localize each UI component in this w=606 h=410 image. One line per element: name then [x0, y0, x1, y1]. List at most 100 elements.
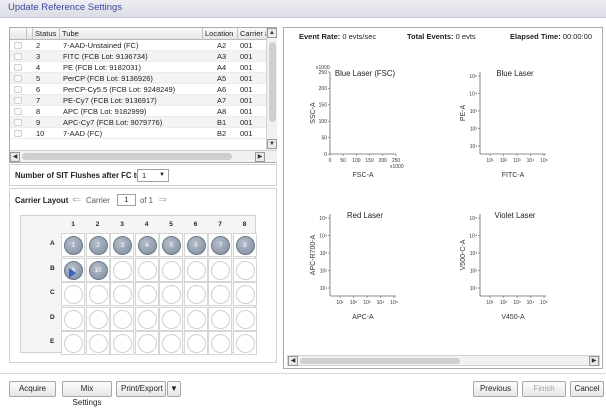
carrier-well-empty[interactable]: [137, 334, 157, 353]
previous-carrier-icon[interactable]: ⇐: [72, 193, 81, 206]
tube-name: 7-AAD-Unstained (FC): [63, 41, 139, 50]
next-carrier-icon[interactable]: ⇒: [158, 193, 167, 206]
carrier-well-empty[interactable]: [211, 309, 230, 329]
carrier-well-empty[interactable]: [162, 309, 181, 329]
tube-row[interactable]: 10 7-AAD (FC) B2 001: [10, 128, 266, 139]
tube-table-horizontal-thumb[interactable]: [22, 153, 232, 160]
carrier-well-empty[interactable]: [113, 285, 132, 304]
plot-red-laser[interactable]: Red Laser 10¹ 10² 10³ 10⁴ 10⁵ 10¹ 10² 10³ 10⁴ 10⁵ A…: [294, 192, 444, 332]
carrier-well-empty[interactable]: [137, 260, 157, 280]
tube-row[interactable]: 8 APC (FCB Lot: 9182999) A8 001: [10, 106, 266, 117]
carrier-well-empty[interactable]: [186, 309, 206, 329]
carrier-well-filled[interactable]: 8: [235, 236, 255, 255]
row-select-checkbox[interactable]: [14, 53, 22, 60]
carrier-column-header[interactable]: Carrier #: [238, 28, 266, 40]
carrier-well-empty[interactable]: [186, 260, 206, 280]
carrier-well-empty[interactable]: [162, 285, 181, 304]
carrier-well-empty[interactable]: [162, 334, 181, 353]
plots-horizontal-thumb[interactable]: [300, 358, 460, 364]
row-select-checkbox[interactable]: [14, 119, 22, 126]
row-select-checkbox[interactable]: [14, 64, 22, 71]
carrier-well-empty[interactable]: [235, 260, 255, 280]
tube-column-header[interactable]: Tube: [60, 28, 203, 40]
carrier-well-empty[interactable]: [137, 309, 157, 329]
carrier-well-filled[interactable]: 5: [162, 236, 181, 255]
plot-violet-laser[interactable]: Violet Laser 10¹ 10² 10³ 10⁴ 10⁵ 10¹ 10² 10³ 10⁴ 1…: [444, 192, 594, 332]
finish-button[interactable]: Finish: [522, 381, 566, 397]
plot-x-tick-label: 10³: [513, 158, 521, 164]
scroll-right-icon[interactable]: ▶: [255, 152, 265, 162]
carrier-well-filled[interactable]: 4: [137, 236, 157, 255]
carrier-well-empty[interactable]: [186, 285, 206, 304]
carrier-well-empty[interactable]: [113, 309, 132, 329]
plot-blue-laser-fsc[interactable]: Blue Laser (FSC)0 50 100 150 200 250050100150…: [294, 50, 444, 190]
carrier-well-filled[interactable]: 7: [211, 236, 230, 255]
carrier-well-filled[interactable]: 10: [88, 260, 108, 280]
carrier-well-empty[interactable]: [235, 285, 255, 304]
scroll-left-icon[interactable]: ◀: [10, 152, 20, 162]
carrier-well-empty[interactable]: [88, 285, 108, 304]
carrier-well-filled[interactable]: 2: [88, 236, 108, 255]
plot-y-tick-label: 10⁴: [319, 233, 327, 239]
print-export-dropdown-button[interactable]: ▼: [167, 381, 181, 397]
previous-button[interactable]: Previous: [473, 381, 518, 397]
plot-y-tick-label: 10⁵: [469, 74, 477, 80]
carrier-well-empty[interactable]: [211, 285, 230, 304]
carrier-rack: 1 2 3 4 5 6 7 8 A 1 2 3 4 5 6 7 8 B 9 10 C D E: [20, 215, 257, 355]
tube-name: PerCP (FCB Lot: 9136926): [63, 74, 153, 83]
mix-settings-button[interactable]: Mix Settings: [62, 381, 112, 407]
carrier-well-empty[interactable]: [235, 309, 255, 329]
carrier-well-empty[interactable]: [64, 309, 83, 329]
tube-table-vertical-scrollbar[interactable]: ▲ ▼: [266, 28, 277, 150]
plot-y-axis-label: PE-A: [460, 105, 467, 122]
carrier-well-empty[interactable]: [113, 334, 132, 353]
tube-table-horizontal-scrollbar[interactable]: ◀ ▶: [10, 150, 277, 162]
sit-flushes-select[interactable]: 1 ▼: [137, 169, 169, 182]
row-select-checkbox[interactable]: [14, 86, 22, 93]
tube-table-header: Status Tube Location Carrier #: [10, 28, 266, 40]
cancel-button[interactable]: Cancel: [570, 381, 604, 397]
carrier-well-filled[interactable]: 6: [186, 236, 206, 255]
print-export-button[interactable]: Print/Export: [116, 381, 166, 397]
tube-table-vertical-thumb[interactable]: [269, 42, 276, 122]
carrier-well-empty[interactable]: [137, 285, 157, 304]
carrier-well-empty[interactable]: [88, 334, 108, 353]
tube-row[interactable]: 5 PerCP (FCB Lot: 9136926) A5 001: [10, 73, 266, 84]
carrier-well-empty[interactable]: [113, 260, 132, 280]
row-select-checkbox[interactable]: [14, 108, 22, 115]
scroll-down-icon[interactable]: ▼: [267, 139, 277, 149]
acquire-button[interactable]: Acquire: [9, 381, 56, 397]
carrier-well-empty[interactable]: [235, 334, 255, 353]
scroll-up-icon[interactable]: ▲: [267, 28, 277, 38]
carrier-well-filled[interactable]: 1: [64, 236, 83, 255]
tube-row[interactable]: 4 PE (FCB Lot: 9182031) A4 001: [10, 62, 266, 73]
tube-row[interactable]: 3 FITC (FCB Lot: 9136734) A3 001: [10, 51, 266, 62]
select-column-header[interactable]: [10, 28, 27, 40]
scroll-right-icon[interactable]: ▶: [589, 356, 599, 366]
carrier-well-filled[interactable]: 3: [113, 236, 132, 255]
carrier-well-empty[interactable]: [186, 334, 206, 353]
row-select-checkbox[interactable]: [14, 130, 22, 137]
chevron-down-icon[interactable]: ▼: [159, 170, 165, 181]
row-select-checkbox[interactable]: [14, 97, 22, 104]
tube-row[interactable]: 2 7-AAD-Unstained (FC) A2 001: [10, 40, 266, 51]
row-select-checkbox[interactable]: [14, 42, 22, 49]
plot-blue-laser[interactable]: Blue Laser 10¹ 10² 10³ 10⁴ 10⁵ 10¹ 10² 10³ 10⁴ 10⁵…: [444, 50, 594, 190]
tube-row[interactable]: 7 PE-Cy7 (FCB Lot: 9136917) A7 001: [10, 95, 266, 106]
carrier-well-empty[interactable]: [211, 260, 230, 280]
tube-row[interactable]: 6 PerCP-Cy5.5 (FCB Lot: 9248249) A6 001: [10, 84, 266, 95]
scroll-left-icon[interactable]: ◀: [288, 356, 298, 366]
status-column-header[interactable]: Status: [33, 28, 60, 40]
carrier-cell: [85, 306, 110, 331]
tube-row[interactable]: 9 APC-Cy7 (FCB Lot: 9079776) B1 001: [10, 117, 266, 128]
plots-horizontal-scrollbar[interactable]: ◀ ▶: [287, 355, 600, 366]
carrier-well-empty[interactable]: [211, 334, 230, 353]
location-column-header[interactable]: Location: [203, 28, 238, 40]
carrier-number-input[interactable]: 1: [117, 194, 136, 206]
carrier-well-empty[interactable]: [64, 285, 83, 304]
carrier-well-empty[interactable]: [88, 309, 108, 329]
row-select-checkbox[interactable]: [14, 75, 22, 82]
plot-y-axis-label: SSC-A: [310, 102, 317, 124]
carrier-well-empty[interactable]: [162, 260, 181, 280]
carrier-well-empty[interactable]: [64, 334, 83, 353]
